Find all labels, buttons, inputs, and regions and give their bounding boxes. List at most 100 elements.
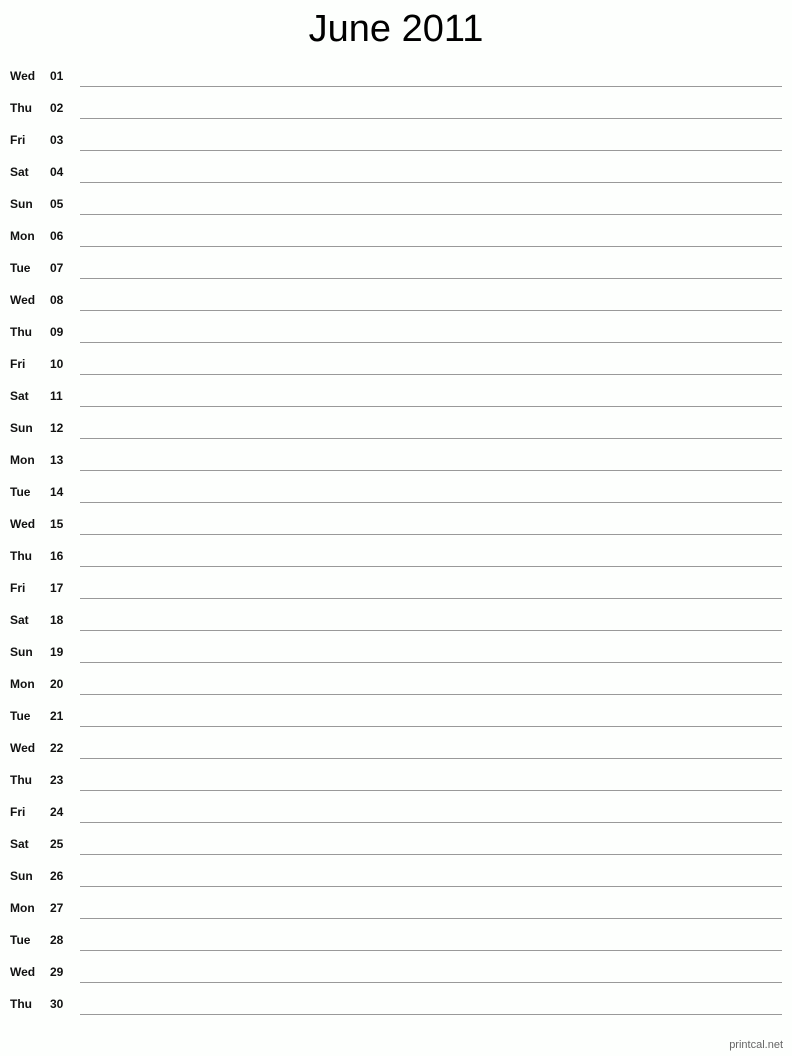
- writing-line: [80, 854, 782, 855]
- day-number: 10: [50, 357, 64, 371]
- writing-line: [80, 886, 782, 887]
- day-row: Wed 01: [0, 60, 792, 92]
- day-number: 25: [50, 837, 64, 851]
- weekday-label: Sat: [10, 837, 29, 851]
- writing-line: [80, 342, 782, 343]
- weekday-label: Mon: [10, 453, 35, 467]
- writing-line: [80, 726, 782, 727]
- weekday-label: Wed: [10, 517, 36, 531]
- day-row: Tue 21: [0, 700, 792, 732]
- writing-line: [80, 182, 782, 183]
- day-number: 11: [50, 389, 63, 403]
- writing-line: [80, 438, 782, 439]
- day-number: 03: [50, 133, 64, 147]
- calendar-title: June 2011: [308, 8, 484, 50]
- day-row: Sun 26: [0, 860, 792, 892]
- day-row: Mon 06: [0, 220, 792, 252]
- day-row: Tue 14: [0, 476, 792, 508]
- writing-line: [80, 1014, 782, 1015]
- weekday-label: Sun: [10, 645, 33, 659]
- day-list: Wed 01 Thu 02 Fri 03 Sat 04 Sun 05 Mon 06 Tue 07 Wed 08…: [0, 60, 792, 1020]
- weekday-label: Mon: [10, 229, 35, 243]
- day-number: 29: [50, 965, 64, 979]
- day-row: Fri 24: [0, 796, 792, 828]
- day-number: 21: [50, 709, 64, 723]
- writing-line: [80, 982, 782, 983]
- day-number: 13: [50, 453, 64, 467]
- weekday-label: Thu: [10, 997, 32, 1011]
- day-row: Fri 03: [0, 124, 792, 156]
- weekday-label: Tue: [10, 933, 31, 947]
- day-number: 28: [50, 933, 64, 947]
- day-number: 15: [50, 517, 64, 531]
- writing-line: [80, 662, 782, 663]
- day-row: Sun 12: [0, 412, 792, 444]
- day-number: 05: [50, 197, 64, 211]
- day-number: 17: [50, 581, 64, 595]
- writing-line: [80, 374, 782, 375]
- writing-line: [80, 246, 782, 247]
- day-row: Tue 28: [0, 924, 792, 956]
- day-number: 23: [50, 773, 64, 787]
- day-number: 24: [50, 805, 64, 819]
- writing-line: [80, 278, 782, 279]
- writing-line: [80, 310, 782, 311]
- weekday-label: Mon: [10, 677, 35, 691]
- day-number: 09: [50, 325, 64, 339]
- day-row: Sat 11: [0, 380, 792, 412]
- weekday-label: Sun: [10, 421, 33, 435]
- day-number: 04: [50, 165, 64, 179]
- day-number: 26: [50, 869, 64, 883]
- day-row: Wed 22: [0, 732, 792, 764]
- weekday-label: Wed: [10, 293, 36, 307]
- day-number: 16: [50, 549, 64, 563]
- weekday-label: Thu: [10, 549, 32, 563]
- weekday-label: Sun: [10, 869, 33, 883]
- day-row: Wed 15: [0, 508, 792, 540]
- day-row: Wed 29: [0, 956, 792, 988]
- day-number: 18: [50, 613, 64, 627]
- day-number: 20: [50, 677, 64, 691]
- writing-line: [80, 118, 782, 119]
- weekday-label: Wed: [10, 965, 36, 979]
- writing-line: [80, 918, 782, 919]
- writing-line: [80, 566, 782, 567]
- day-number: 12: [50, 421, 64, 435]
- weekday-label: Tue: [10, 261, 31, 275]
- day-number: 06: [50, 229, 64, 243]
- weekday-label: Fri: [10, 357, 26, 371]
- day-number: 22: [50, 741, 64, 755]
- day-row: Mon 27: [0, 892, 792, 924]
- day-row: Thu 16: [0, 540, 792, 572]
- weekday-label: Wed: [10, 69, 36, 83]
- day-number: 19: [50, 645, 64, 659]
- day-row: Thu 02: [0, 92, 792, 124]
- day-row: Sat 18: [0, 604, 792, 636]
- writing-line: [80, 758, 782, 759]
- day-number: 01: [50, 69, 64, 83]
- weekday-label: Tue: [10, 485, 31, 499]
- weekday-label: Sat: [10, 613, 29, 627]
- day-number: 02: [50, 101, 64, 115]
- weekday-label: Sat: [10, 389, 29, 403]
- day-row: Sun 19: [0, 636, 792, 668]
- weekday-label: Fri: [10, 805, 26, 819]
- weekday-label: Sat: [10, 165, 29, 179]
- weekday-label: Fri: [10, 581, 26, 595]
- footer-credit: printcal.net: [729, 1039, 783, 1051]
- weekday-label: Thu: [10, 101, 32, 115]
- day-number: 07: [50, 261, 64, 275]
- day-row: Sat 25: [0, 828, 792, 860]
- day-row: Thu 30: [0, 988, 792, 1020]
- day-row: Thu 09: [0, 316, 792, 348]
- weekday-label: Thu: [10, 773, 32, 787]
- writing-line: [80, 534, 782, 535]
- day-number: 30: [50, 997, 64, 1011]
- day-row: Tue 07: [0, 252, 792, 284]
- writing-line: [80, 790, 782, 791]
- weekday-label: Fri: [10, 133, 26, 147]
- day-row: Mon 13: [0, 444, 792, 476]
- day-number: 27: [50, 901, 64, 915]
- day-row: Fri 17: [0, 572, 792, 604]
- day-row: Thu 23: [0, 764, 792, 796]
